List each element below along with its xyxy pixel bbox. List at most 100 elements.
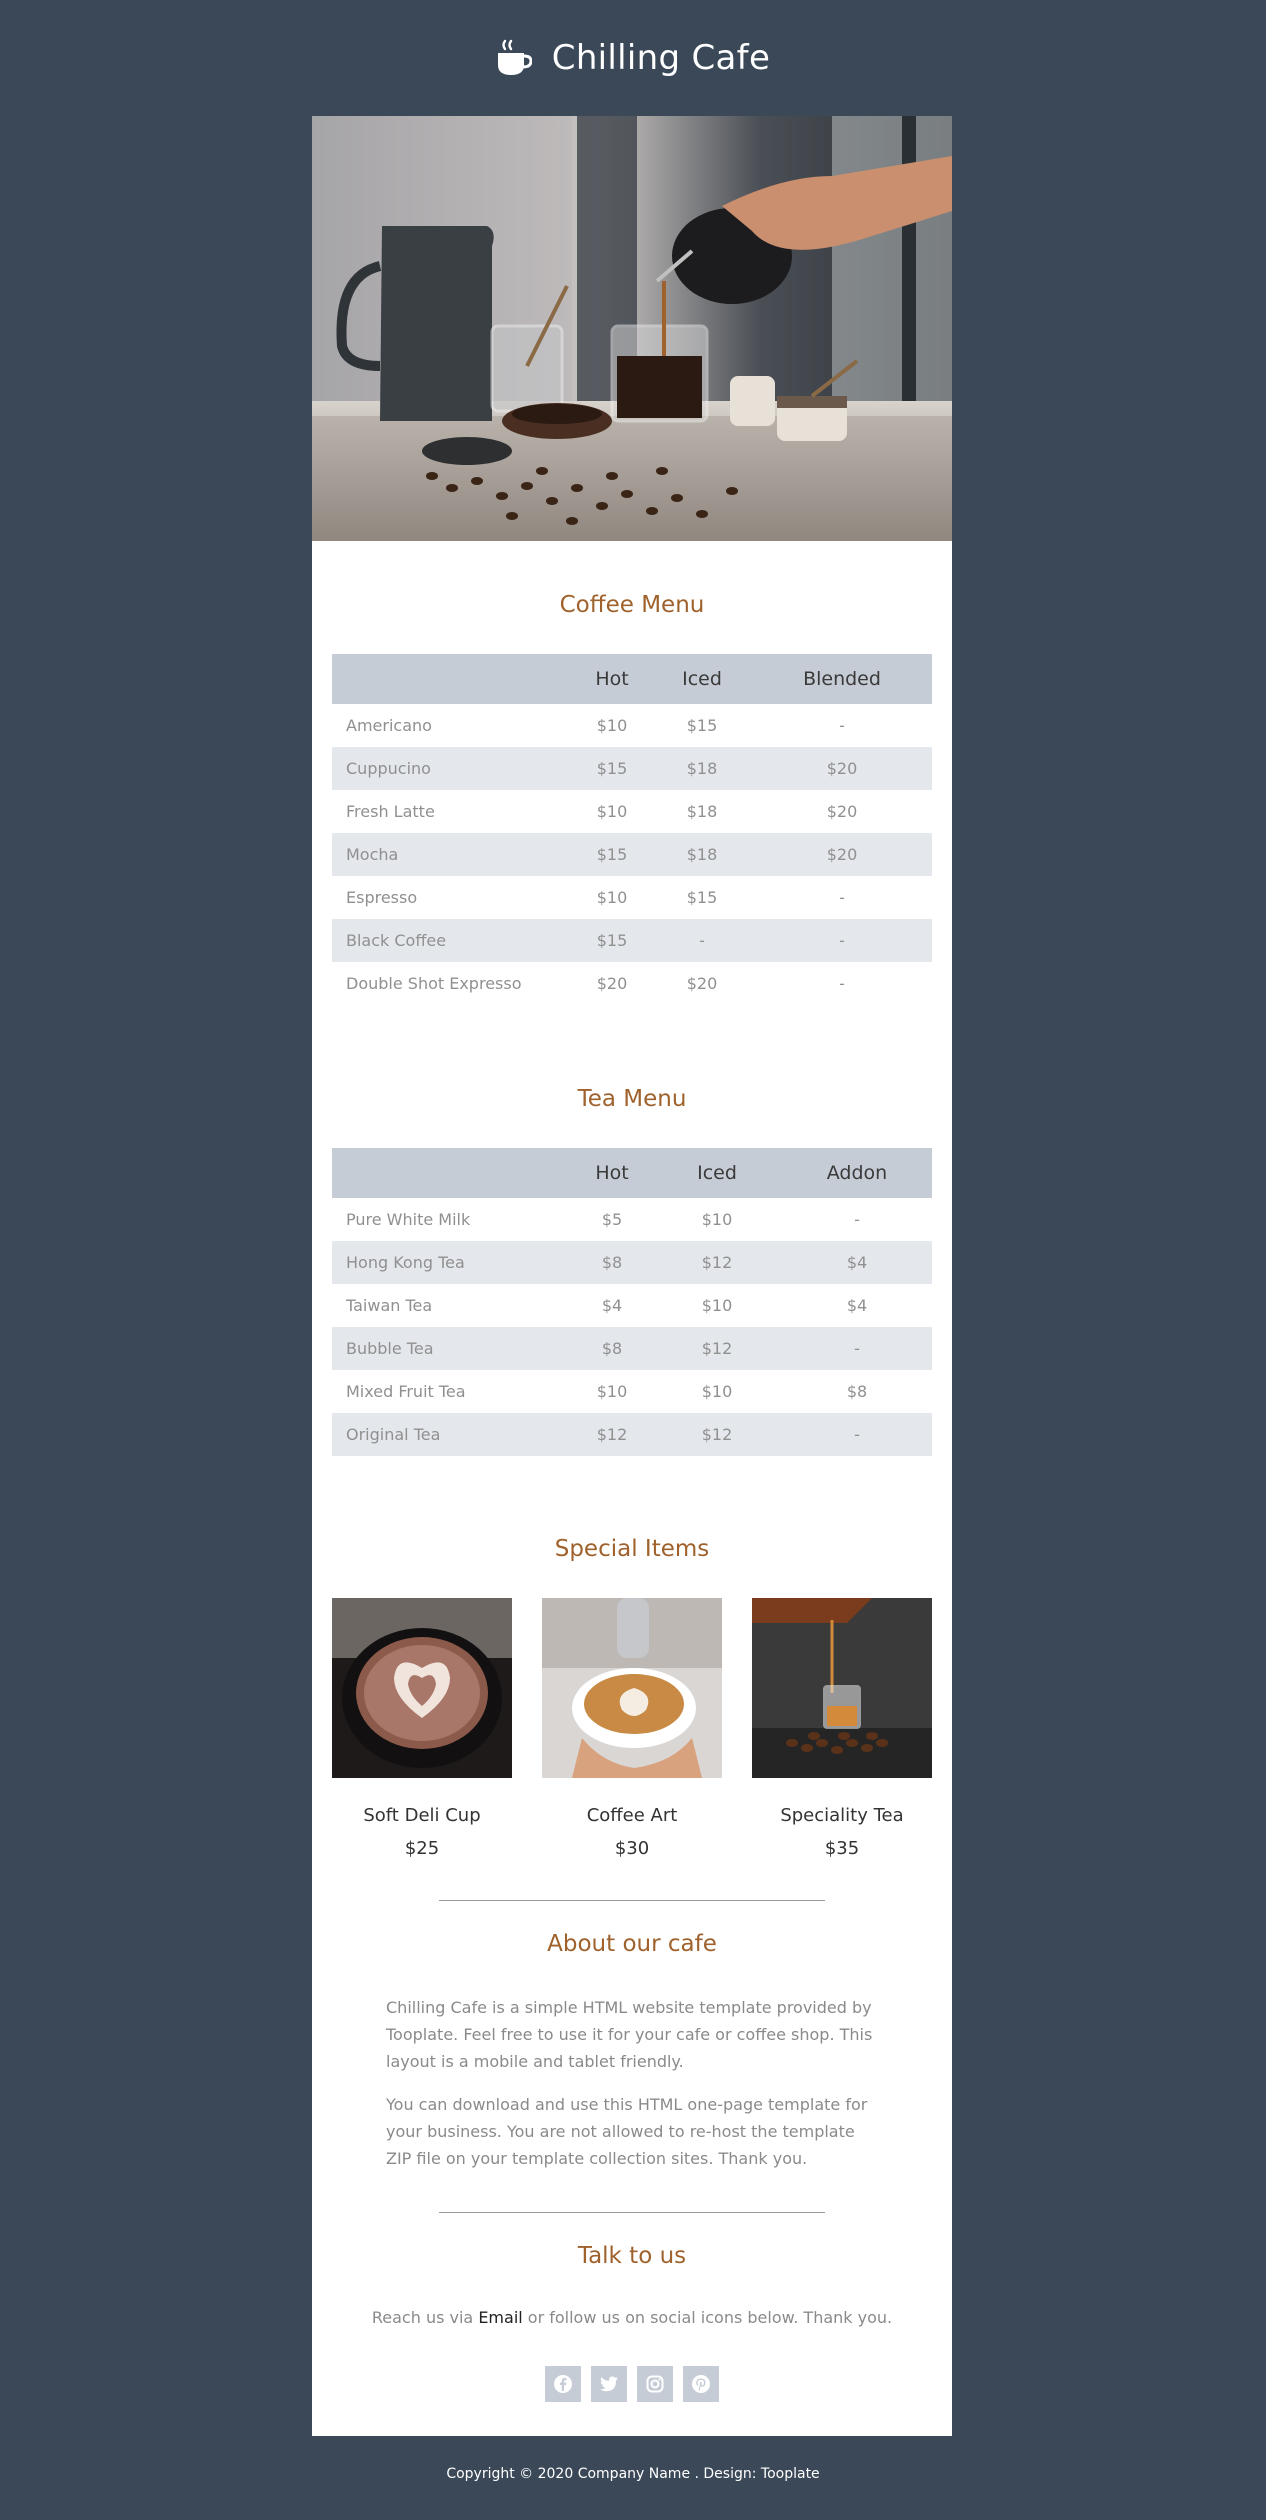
price-hot: $10 — [596, 802, 628, 821]
column-header-addon: Addon — [782, 1148, 932, 1198]
coffee-menu-title: Coffee Menu — [559, 592, 705, 618]
price-iced: - — [652, 919, 752, 962]
price-iced: $12 — [652, 1327, 782, 1370]
price-hot: $4 — [601, 1296, 623, 1315]
tea-menu-title: Tea Menu — [577, 1086, 687, 1112]
price-blended: $20 — [752, 833, 932, 876]
item-name: Pure White Milk — [346, 1210, 471, 1229]
special-item-soft-deli-cup: Soft Deli Cup $25 — [332, 1598, 512, 1859]
price-iced: $10 — [701, 1382, 733, 1401]
item-name: Mocha — [332, 833, 572, 876]
special-item-name: Coffee Art — [586, 1805, 678, 1826]
talk-text: Reach us via Email or follow us on socia… — [312, 2308, 952, 2327]
twitter-icon[interactable] — [591, 2366, 627, 2402]
item-name: Black Coffee — [332, 919, 572, 962]
table-row: Bubble Tea $8 $12 - — [332, 1327, 932, 1370]
price-hot: $15 — [572, 747, 652, 790]
price-blended: - — [839, 888, 845, 907]
table-row: Original Tea $12 $12 - — [332, 1413, 932, 1456]
price-iced: $12 — [652, 1241, 782, 1284]
item-name: Bubble Tea — [332, 1327, 572, 1370]
site-title: Chilling Cafe — [551, 38, 771, 78]
special-items: Soft Deli Cup $25 Coffee Art $30 Special… — [332, 1598, 932, 1873]
price-iced: $15 — [686, 888, 718, 907]
column-header-hot: Hot — [572, 654, 652, 704]
price-iced: $20 — [686, 974, 718, 993]
about-paragraph: You can download and use this HTML one-p… — [386, 2095, 868, 2168]
price-hot: $10 — [596, 1382, 628, 1401]
talk-title: Talk to us — [577, 2243, 687, 2269]
talk-text-before: Reach us via — [371, 2308, 479, 2327]
table-row: Cuppucino $15 $18 $20 — [332, 747, 932, 790]
brand[interactable]: Chilling Cafe — [496, 38, 770, 78]
special-item-speciality-tea: Speciality Tea $35 — [752, 1598, 932, 1859]
table-row: Fresh Latte $10 $18 $20 — [332, 790, 932, 833]
column-header — [332, 654, 572, 704]
item-name: Cuppucino — [332, 747, 572, 790]
price-blended: $20 — [826, 802, 858, 821]
price-hot: $8 — [572, 1241, 652, 1284]
about-paragraph: Chilling Cafe is a simple HTML website t… — [386, 1998, 873, 2071]
table-row: Double Shot Expresso $20 $20 - — [332, 962, 932, 1005]
table-row: Americano $10 $15 - — [332, 704, 932, 747]
price-hot: $8 — [572, 1327, 652, 1370]
special-item-image — [752, 1598, 932, 1778]
table-row: Taiwan Tea $4 $10 $4 — [332, 1284, 932, 1327]
about-title: About our cafe — [547, 1931, 717, 1957]
column-header — [332, 1148, 572, 1198]
table-row: Mocha $15 $18 $20 — [332, 833, 932, 876]
price-addon: - — [782, 1413, 932, 1456]
price-addon: - — [854, 1210, 860, 1229]
facebook-icon[interactable] — [545, 2366, 581, 2402]
special-item-name: Soft Deli Cup — [363, 1805, 481, 1826]
table-header-row: Hot Iced Addon — [332, 1148, 932, 1198]
price-blended: - — [839, 974, 845, 993]
price-hot: $12 — [572, 1413, 652, 1456]
price-hot: $20 — [596, 974, 628, 993]
site-header: Chilling Cafe — [0, 0, 1266, 116]
table-header-row: Hot Iced Blended — [332, 654, 932, 704]
special-item-price: $35 — [824, 1838, 860, 1859]
item-name: Original Tea — [332, 1413, 572, 1456]
price-iced: $18 — [652, 747, 752, 790]
divider — [439, 2212, 825, 2213]
item-name: Double Shot Expresso — [346, 974, 522, 993]
price-iced: $10 — [701, 1210, 733, 1229]
special-item-price: $30 — [614, 1838, 650, 1859]
main-card: Coffee Menu Hot Iced Blended Americano $… — [312, 116, 952, 2436]
pinterest-icon[interactable] — [683, 2366, 719, 2402]
tea-menu-table: Hot Iced Addon Pure White Milk $5 $10 - … — [332, 1148, 932, 1456]
price-blended: - — [752, 919, 932, 962]
hero-image — [312, 116, 952, 541]
column-header-iced: Iced — [652, 1148, 782, 1198]
price-hot: $5 — [601, 1210, 623, 1229]
coffee-cup-icon — [496, 39, 533, 77]
item-name: Espresso — [346, 888, 418, 907]
price-addon: - — [782, 1327, 932, 1370]
price-blended: $20 — [752, 747, 932, 790]
special-item-image — [542, 1598, 722, 1778]
special-item-coffee-art: Coffee Art $30 — [542, 1598, 722, 1859]
special-item-image — [332, 1598, 512, 1778]
column-header-iced: Iced — [652, 654, 752, 704]
instagram-icon[interactable] — [637, 2366, 673, 2402]
table-row: Mixed Fruit Tea $10 $10 $8 — [332, 1370, 932, 1413]
price-addon: $8 — [846, 1382, 868, 1401]
special-item-name: Speciality Tea — [780, 1805, 904, 1826]
special-items-title: Special Items — [554, 1536, 710, 1562]
footer-copyright: Copyright © 2020 Company Name . Design: … — [446, 2466, 820, 2482]
item-name: Mixed Fruit Tea — [346, 1382, 466, 1401]
divider — [439, 1900, 825, 1901]
price-iced: $10 — [701, 1296, 733, 1315]
price-hot: $15 — [572, 919, 652, 962]
table-row: Pure White Milk $5 $10 - — [332, 1198, 932, 1241]
email-link[interactable]: Email — [478, 2308, 522, 2327]
price-hot: $10 — [596, 716, 628, 735]
item-name: Hong Kong Tea — [332, 1241, 572, 1284]
price-addon: $4 — [782, 1241, 932, 1284]
special-item-price: $25 — [404, 1838, 440, 1859]
column-header-blended: Blended — [752, 654, 932, 704]
item-name: Americano — [346, 716, 432, 735]
item-name: Taiwan Tea — [346, 1296, 433, 1315]
price-iced: $12 — [652, 1413, 782, 1456]
